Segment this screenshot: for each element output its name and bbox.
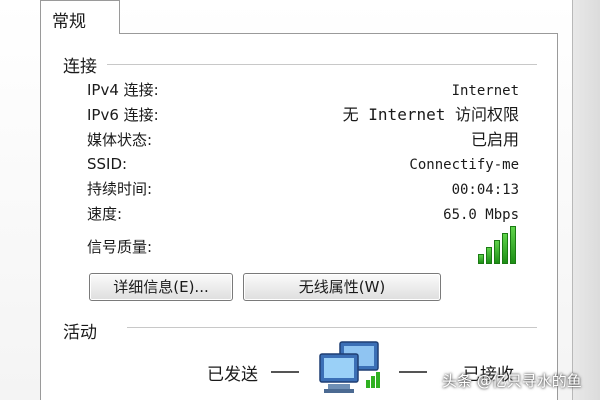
speed-value: 65.0 Mbps (443, 207, 519, 223)
sent-dash (271, 371, 299, 373)
details-button[interactable]: 详细信息(E)... (89, 273, 233, 301)
sent-label: 已发送 (207, 365, 258, 385)
window-edge (572, 0, 600, 400)
received-dash (399, 371, 427, 373)
ipv4-label: IPv4 连接: (87, 81, 159, 99)
duration-label: 持续时间: (87, 180, 153, 198)
signal-bar (510, 226, 516, 264)
duration-value: 00:04:13 (451, 182, 519, 198)
network-computers-icon (319, 341, 380, 393)
ssid-value: Connectify-me (409, 157, 519, 173)
signal-quality-label: 信号质量: (87, 238, 153, 256)
media-state-label: 媒体状态: (87, 131, 153, 149)
ipv4-value: Internet (451, 83, 519, 99)
signal-bar (486, 247, 492, 264)
activity-group-title: 活动 (63, 323, 97, 343)
activity-divider (127, 327, 537, 328)
media-state-value: 已启用 (470, 130, 519, 149)
connection-divider (107, 64, 537, 65)
general-tab-panel: 连接 IPv4 连接: Internet IPv6 连接: 无 Internet… (40, 33, 558, 400)
signal-strength-icon (478, 226, 522, 264)
signal-bar (478, 254, 484, 264)
speed-label: 速度: (87, 205, 123, 223)
ipv6-value: 无 Internet 访问权限 (342, 105, 519, 124)
ipv6-label: IPv6 连接: (87, 106, 159, 124)
connection-group-title: 连接 (63, 57, 97, 77)
signal-bar (502, 233, 508, 264)
wireless-properties-button[interactable]: 无线属性(W) (243, 273, 441, 301)
ssid-label: SSID: (87, 155, 128, 173)
watermark-text: 头条 @亿只寻水的鱼 (442, 372, 582, 390)
signal-bar (494, 240, 500, 264)
tab-general[interactable]: 常规 (40, 0, 120, 34)
